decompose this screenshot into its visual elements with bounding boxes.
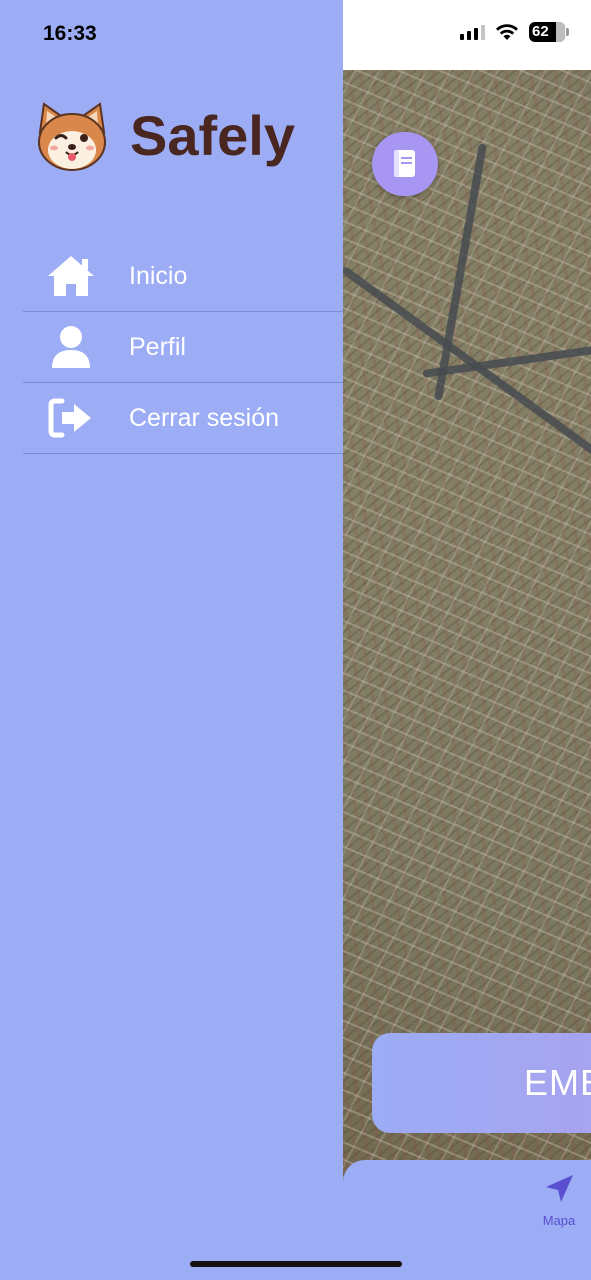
home-indicator[interactable] [190,1261,402,1267]
menu-item-label: Cerrar sesión [129,403,280,432]
guide-button[interactable] [372,132,438,196]
battery-level: 62 [532,23,549,40]
shiba-dog-icon [38,102,106,171]
brand-header: Safely [34,100,295,172]
navigation-drawer: 16:33 Safely Inicio Perfil Cerrar sesión [0,0,343,1280]
status-time: 16:33 [43,22,97,45]
menu-item-inicio[interactable]: Inicio [23,241,343,312]
navigation-arrow-icon [546,1175,573,1202]
wifi-icon [496,24,518,40]
menu-item-label: Perfil [129,332,186,361]
book-icon [394,150,415,177]
app-title: Safely [130,104,295,167]
user-icon [52,326,90,368]
emergency-button[interactable]: EME [372,1033,591,1133]
cellular-signal-icon [460,24,485,40]
emergency-label: EME [524,1062,591,1103]
tab-mapa-label: Mapa [542,1213,576,1228]
menu-item-cerrar-sesion[interactable]: Cerrar sesión [23,383,343,454]
home-icon [48,256,94,296]
menu-item-label: Inicio [129,261,188,290]
logout-icon [48,398,91,438]
menu-item-perfil[interactable]: Perfil [23,312,343,383]
background-app: 62 EME Mapa [343,0,591,1280]
drawer-menu: Inicio Perfil Cerrar sesión [23,241,343,454]
battery-indicator: 62 [529,22,569,42]
tab-mapa[interactable]: Mapa [529,1172,589,1228]
status-indicators: 62 [460,22,569,42]
